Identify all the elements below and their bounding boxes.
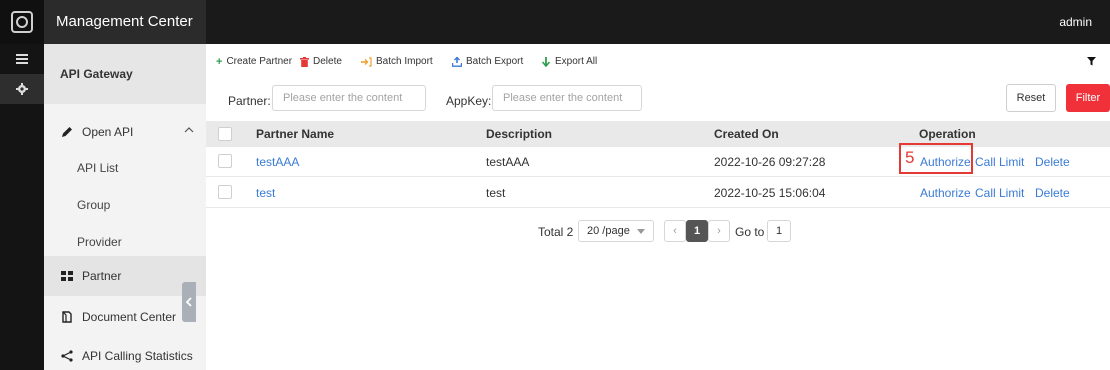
step-number-label: 5: [905, 148, 915, 167]
sidebar-item-api-calling-statistics[interactable]: API Calling Statistics: [44, 336, 206, 370]
delete-button[interactable]: Delete: [300, 56, 342, 67]
goto-label: Go to: [735, 225, 765, 239]
rail-item-settings[interactable]: [0, 74, 44, 104]
batch-export-button[interactable]: Batch Export: [452, 56, 523, 67]
partner-name-link[interactable]: test: [256, 186, 275, 200]
table-row: test test 2022-10-25 15:06:04 Authorize …: [206, 178, 1110, 208]
row-checkbox[interactable]: [218, 154, 232, 168]
page-number-button[interactable]: 1: [686, 220, 708, 242]
funnel-icon[interactable]: [1087, 57, 1096, 66]
app-logo[interactable]: [0, 0, 44, 44]
sidebar: API Gateway Open API API List Group Prov…: [44, 44, 206, 370]
column-header-partner-name[interactable]: Partner Name: [256, 127, 334, 141]
menu-icon: [16, 54, 28, 64]
next-page-button[interactable]: ›: [708, 220, 730, 242]
button-label: Batch Import: [376, 56, 433, 67]
sidebar-item-label: Document Center: [82, 310, 177, 324]
sidebar-item-group[interactable]: Group: [44, 185, 206, 225]
call-limit-link[interactable]: Call Limit: [975, 186, 1024, 200]
batch-import-button[interactable]: Batch Import: [361, 56, 433, 67]
description-cell: test: [486, 186, 506, 200]
export-all-button[interactable]: Export All: [541, 56, 597, 67]
delete-link[interactable]: Delete: [1035, 186, 1070, 200]
sidebar-collapse-handle[interactable]: [182, 282, 196, 322]
trash-icon: [300, 56, 309, 67]
app-title: Management Center: [56, 13, 193, 30]
import-icon: [361, 56, 372, 67]
chevron-up-icon: [184, 127, 194, 133]
main-content: + Create Partner Delete Batch Import Bat…: [206, 44, 1110, 370]
logo-icon: [11, 11, 33, 33]
export-icon: [452, 56, 462, 67]
prev-page-button[interactable]: ‹: [664, 220, 686, 242]
plus-icon: +: [216, 55, 223, 68]
appkey-input[interactable]: [492, 85, 642, 111]
select-all-checkbox[interactable]: [218, 127, 232, 141]
authorize-link[interactable]: Authorize: [920, 155, 971, 169]
grid-icon: [61, 271, 73, 281]
partner-input[interactable]: [272, 85, 426, 111]
share-icon: [61, 350, 73, 362]
document-icon: [62, 311, 72, 323]
delete-link[interactable]: Delete: [1035, 155, 1070, 169]
arrow-down-icon: [541, 56, 551, 67]
filter-bar: Partner: AppKey: Reset Filter: [206, 80, 1110, 120]
page-size-value: 20 /page: [587, 225, 630, 237]
page-size-select[interactable]: 20 /page: [578, 220, 654, 242]
sidebar-item-api-list[interactable]: API List: [44, 148, 206, 188]
total-count: Total 2: [538, 225, 574, 239]
description-cell: testAAA: [486, 155, 530, 169]
button-label: Delete: [313, 56, 342, 67]
chevron-left-icon: [185, 297, 192, 307]
create-partner-button[interactable]: + Create Partner: [216, 56, 292, 67]
toolbar: + Create Partner Delete Batch Import Bat…: [206, 44, 1110, 80]
filter-button[interactable]: Filter: [1066, 84, 1110, 112]
sidebar-item-label: Partner: [82, 269, 122, 283]
sidebar-item-label: Provider: [77, 235, 122, 249]
button-label: Export All: [555, 56, 598, 67]
sidebar-item-open-api[interactable]: Open API: [44, 112, 206, 152]
table-header: Partner Name Description Created On Oper…: [206, 121, 1110, 147]
pagination: Total 2 20 /page ‹ 1 › Go to: [206, 218, 1110, 244]
sidebar-item-label: API Calling Statistics: [82, 349, 193, 363]
created-on-cell: 2022-10-25 15:06:04: [714, 186, 826, 200]
sidebar-item-label: Group: [77, 198, 111, 212]
column-header-description[interactable]: Description: [486, 127, 552, 141]
gear-icon: [16, 83, 28, 95]
caret-down-icon: [637, 229, 645, 234]
chevron-left-icon: ‹: [673, 225, 677, 237]
button-label: Batch Export: [466, 56, 524, 67]
top-bar: Management Center admin: [0, 0, 1110, 44]
sidebar-title: API Gateway: [60, 67, 133, 81]
menu-toggle-button[interactable]: [0, 44, 44, 74]
sidebar-header: API Gateway: [44, 44, 206, 104]
partner-name-link[interactable]: testAAA: [256, 155, 299, 169]
pencil-icon: [62, 127, 72, 137]
partner-label: Partner:: [228, 94, 271, 108]
column-header-operation: Operation: [919, 127, 976, 141]
column-header-created-on[interactable]: Created On: [714, 127, 779, 141]
reset-button[interactable]: Reset: [1006, 84, 1056, 112]
row-checkbox[interactable]: [218, 185, 232, 199]
sidebar-item-label: Open API: [82, 125, 134, 139]
chevron-right-icon: ›: [717, 225, 721, 237]
icon-rail: [0, 44, 44, 370]
button-label: Create Partner: [226, 56, 293, 67]
created-on-cell: 2022-10-26 09:27:28: [714, 155, 826, 169]
goto-page-input[interactable]: [767, 220, 791, 242]
appkey-label: AppKey:: [446, 94, 492, 108]
user-menu[interactable]: admin: [1059, 15, 1092, 29]
table-row: testAAA testAAA 2022-10-26 09:27:28 5 Au…: [206, 143, 1110, 177]
sidebar-item-label: API List: [77, 161, 119, 175]
page-number: 1: [693, 225, 701, 237]
authorize-link[interactable]: Authorize: [920, 186, 971, 200]
call-limit-link[interactable]: Call Limit: [975, 155, 1024, 169]
